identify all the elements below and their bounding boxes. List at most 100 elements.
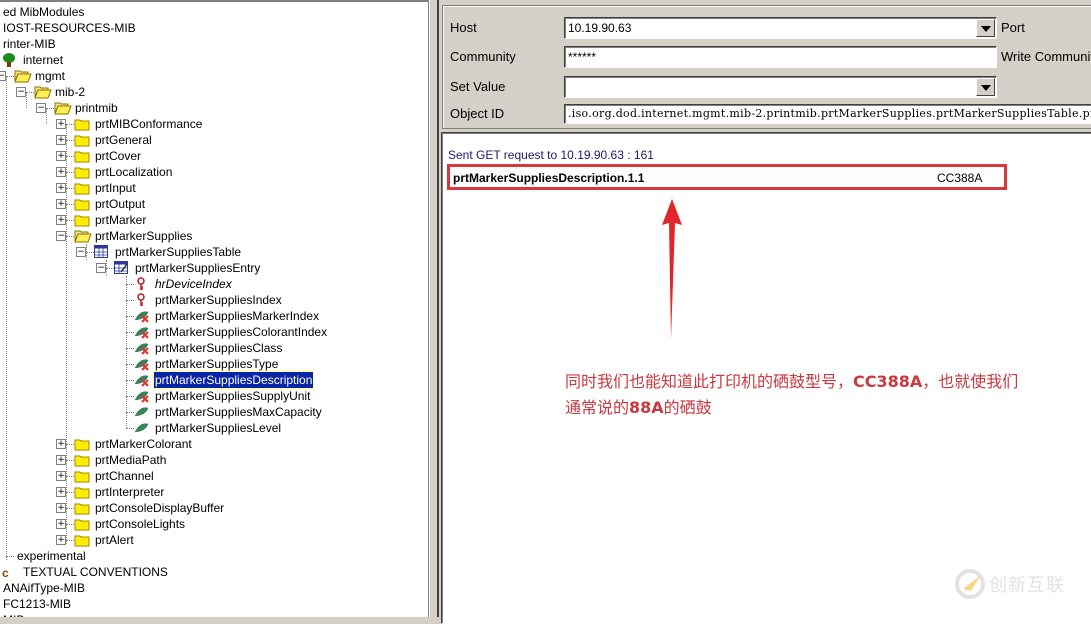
tree-node-label: prtAlert	[95, 533, 134, 547]
leaf-readonly-icon	[134, 389, 150, 403]
expand-toggle-icon[interactable]: +	[56, 135, 66, 145]
tree-connector	[6, 76, 14, 77]
leaf-readonly-icon	[134, 373, 150, 387]
folder-icon	[74, 213, 90, 227]
expand-toggle-icon[interactable]: +	[56, 151, 66, 161]
note-line1-c: ，也就使我们	[922, 372, 1019, 391]
chevron-down-icon[interactable]	[976, 78, 995, 96]
folder-icon	[74, 149, 90, 163]
tree-node-label: prtOutput	[95, 197, 146, 211]
leaf-readonly-icon	[134, 357, 150, 371]
expand-toggle-icon[interactable]: +	[56, 535, 66, 545]
host-combobox[interactable]: 10.19.90.63	[564, 17, 997, 39]
expand-toggle-icon[interactable]: +	[56, 167, 66, 177]
folder-icon	[74, 197, 90, 211]
tree-node-label: prtMarkerSuppliesType	[155, 357, 279, 371]
tree-connector	[66, 204, 74, 205]
object-id-label: Object ID	[450, 106, 505, 121]
tree-guide-line	[66, 124, 67, 544]
chevron-down-icon[interactable]	[976, 19, 995, 37]
tree-connector	[66, 124, 74, 125]
tree-connector	[66, 220, 74, 221]
expand-toggle-icon[interactable]: +	[56, 119, 66, 129]
result-value: CC388A	[937, 171, 983, 185]
tree-connector	[106, 268, 114, 269]
collapse-toggle-icon[interactable]: −	[16, 87, 26, 97]
tree-connector	[66, 156, 74, 157]
tree-connector	[66, 476, 74, 477]
tree-connector	[66, 444, 74, 445]
folder-icon	[74, 117, 90, 131]
watermark-text: 创新互联	[989, 575, 1065, 596]
tree-connector	[126, 380, 134, 381]
expand-toggle-icon[interactable]: +	[56, 439, 66, 449]
collapse-toggle-icon[interactable]: −	[36, 103, 46, 113]
tree-icon	[2, 53, 18, 67]
key-icon	[134, 277, 150, 291]
tree-connector	[126, 332, 134, 333]
set-value-label: Set Value	[450, 79, 506, 94]
tree-connector	[126, 348, 134, 349]
tree-node-label: prtChannel	[95, 469, 154, 483]
expand-toggle-icon[interactable]: +	[56, 487, 66, 497]
note-line1-model: CC388A	[853, 372, 923, 391]
expand-toggle-icon[interactable]: +	[56, 503, 66, 513]
mib-tree[interactable]: ed MibModules IOST-RESOURCES-MIB rinter-MI…	[0, 0, 429, 617]
folder-icon	[74, 533, 90, 547]
annotation-note: 同时我们也能知道此打印机的硒鼓型号，CC388A，也就使我们 通常说的88A的硒…	[565, 369, 1091, 421]
tree-node-label: prtMarkerSuppliesDescription	[152, 371, 315, 389]
tree-node-label: ANAifType-MIB	[3, 581, 86, 595]
folder-open-icon	[14, 69, 32, 83]
result-row-highlight[interactable]: prtMarkerSuppliesDescription.1.1 CC388A	[447, 164, 1007, 190]
tree-guide-line	[86, 244, 87, 260]
community-label: Community	[450, 49, 516, 64]
leaf-readonly-icon	[134, 309, 150, 323]
tree-node-label: prtMarkerSuppliesIndex	[155, 293, 282, 307]
watermark-logo-icon	[955, 569, 985, 599]
tree-guide-line	[126, 276, 127, 428]
community-value: ******	[568, 50, 597, 64]
expand-toggle-icon[interactable]: +	[56, 199, 66, 209]
tree-connector	[66, 140, 74, 141]
tree-node-label: mib-2	[55, 85, 86, 99]
note-line2-a: 通常说的	[565, 398, 630, 417]
svg-text:c: c	[2, 566, 9, 579]
folder-icon	[74, 133, 90, 147]
community-field[interactable]: ******	[564, 46, 997, 68]
tree-node-label: ed MibModules	[3, 5, 85, 19]
folder-icon	[74, 453, 90, 467]
object-id-field[interactable]: .iso.org.dod.internet.mgmt.mib-2.printmi…	[564, 104, 1091, 124]
tree-node-label: MIB	[2, 612, 25, 617]
folder-open-icon	[74, 229, 92, 243]
tree-top-border	[0, 0, 428, 2]
note-line2-c: 的硒鼓	[663, 398, 712, 417]
folder-icon	[74, 485, 90, 499]
collapse-toggle-icon[interactable]: −	[76, 247, 86, 257]
tree-connector	[86, 252, 94, 253]
tree-node-label: prtCover	[95, 149, 142, 163]
tree-node-label: experimental	[17, 549, 86, 563]
folder-icon	[74, 517, 90, 531]
folder-icon	[74, 469, 90, 483]
tree-connector	[26, 92, 34, 93]
splitter-handle[interactable]	[429, 0, 439, 617]
tree-connector	[126, 428, 134, 429]
host-label: Host	[450, 20, 477, 35]
expand-toggle-icon[interactable]: +	[56, 215, 66, 225]
tree-node-label: TEXTUAL CONVENTIONS	[23, 565, 168, 579]
expand-toggle-icon[interactable]: +	[56, 519, 66, 529]
tree-guide-line	[46, 108, 47, 124]
tree-connector	[66, 460, 74, 461]
expand-toggle-icon[interactable]: +	[56, 471, 66, 481]
tree-node-label: prtMarkerSuppliesSupplyUnit	[155, 389, 311, 403]
key-icon	[134, 293, 150, 307]
collapse-toggle-icon[interactable]: −	[56, 231, 66, 241]
collapse-toggle-icon[interactable]: −	[96, 263, 106, 273]
tree-node-label: prtInput	[95, 181, 136, 195]
folder-open-icon	[34, 85, 52, 99]
expand-toggle-icon[interactable]: +	[56, 183, 66, 193]
expand-toggle-icon[interactable]: +	[56, 455, 66, 465]
object-id-value: .iso.org.dod.internet.mgmt.mib-2.printmi…	[568, 107, 1091, 120]
tree-node-label: hrDeviceIndex	[155, 277, 232, 291]
set-value-combobox[interactable]	[564, 76, 997, 98]
